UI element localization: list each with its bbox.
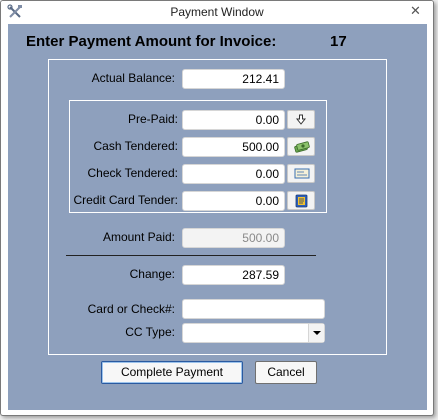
check-icon [294,168,310,179]
pre-paid-label: Pre-Paid: [127,112,178,126]
cash-tendered-field[interactable]: 500.00 [182,137,285,157]
cash-tendered-label: Cash Tendered: [93,139,178,153]
cash-button[interactable] [287,137,315,156]
cancel-button[interactable]: Cancel [255,361,317,384]
amount-paid-field: 500.00 [182,228,285,248]
down-arrow-icon [295,114,307,125]
cc-type-label: CC Type: [125,325,175,339]
check-tendered-label: Check Tendered: [87,166,178,180]
pre-paid-button[interactable] [287,110,315,129]
credit-card-tender-field[interactable]: 0.00 [182,191,285,211]
actual-balance-label: Actual Balance: [91,71,175,85]
card-or-check-label: Card or Check#: [87,302,175,316]
payment-form: Enter Payment Amount for Invoice: 17 Act… [8,24,427,410]
chevron-down-icon [313,331,321,335]
credit-card-icon [295,194,308,208]
card-or-check-input[interactable] [182,299,325,319]
credit-card-button[interactable] [287,191,315,210]
page-title: Enter Payment Amount for Invoice: [26,33,277,50]
title-bar[interactable]: Payment Window ✕ [1,1,433,23]
change-label: Change: [129,267,175,281]
cc-type-select[interactable] [182,323,325,343]
credit-card-tender-label: Credit Card Tender: [73,193,179,207]
cash-icon [294,141,310,153]
complete-payment-button[interactable]: Complete Payment [101,361,243,384]
dropdown-button[interactable] [308,324,324,342]
payment-window: Payment Window ✕ Enter Payment Amount fo… [0,0,434,416]
change-field[interactable]: 287.59 [182,265,285,285]
window-title: Payment Window [170,5,264,19]
check-button[interactable] [287,164,315,183]
close-button[interactable]: ✕ [402,2,429,20]
actual-balance-field[interactable]: 212.41 [182,69,285,89]
invoice-number: 17 [330,33,347,50]
check-tendered-field[interactable]: 0.00 [182,164,285,184]
pre-paid-field[interactable]: 0.00 [182,110,285,130]
payment-group-box: Actual Balance: 212.41 Pre-Paid: 0.00 Ca… [48,59,387,355]
divider [66,255,316,256]
amount-paid-label: Amount Paid: [102,230,175,244]
